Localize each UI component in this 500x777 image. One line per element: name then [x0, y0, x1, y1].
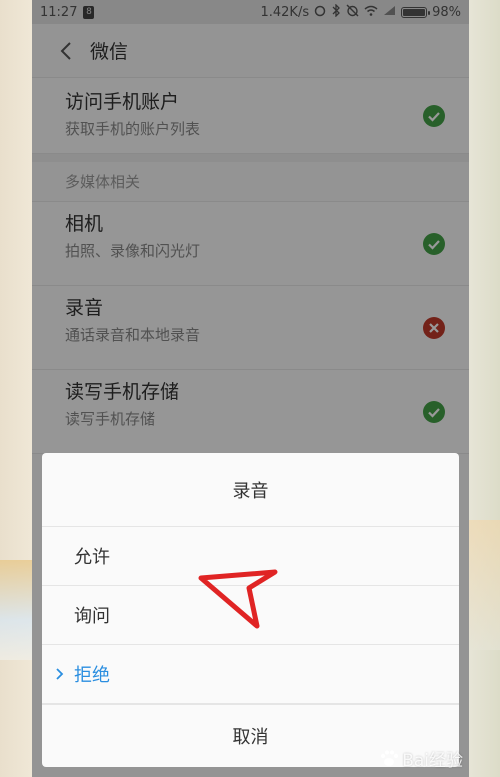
chevron-right-icon [56, 668, 64, 680]
option-deny[interactable]: 拒绝 [42, 645, 459, 704]
annotation-arrow-icon [198, 569, 278, 629]
option-label: 拒绝 [74, 665, 110, 686]
option-label: 允许 [74, 547, 110, 568]
background-decoration-left [0, 560, 32, 660]
phone-screen: 11:27 8 1.42K/s 98% 微信 访问手机账户 获取手机的账户列表 … [32, 0, 469, 777]
watermark-text: Bai经验 [402, 751, 463, 771]
watermark: Bai经验 [378, 746, 463, 771]
background-decoration-right [468, 520, 500, 650]
baidu-paw-icon [380, 749, 399, 766]
option-label: 询问 [74, 606, 110, 627]
cancel-label: 取消 [232, 727, 269, 748]
dialog-title: 录音 [42, 453, 459, 527]
